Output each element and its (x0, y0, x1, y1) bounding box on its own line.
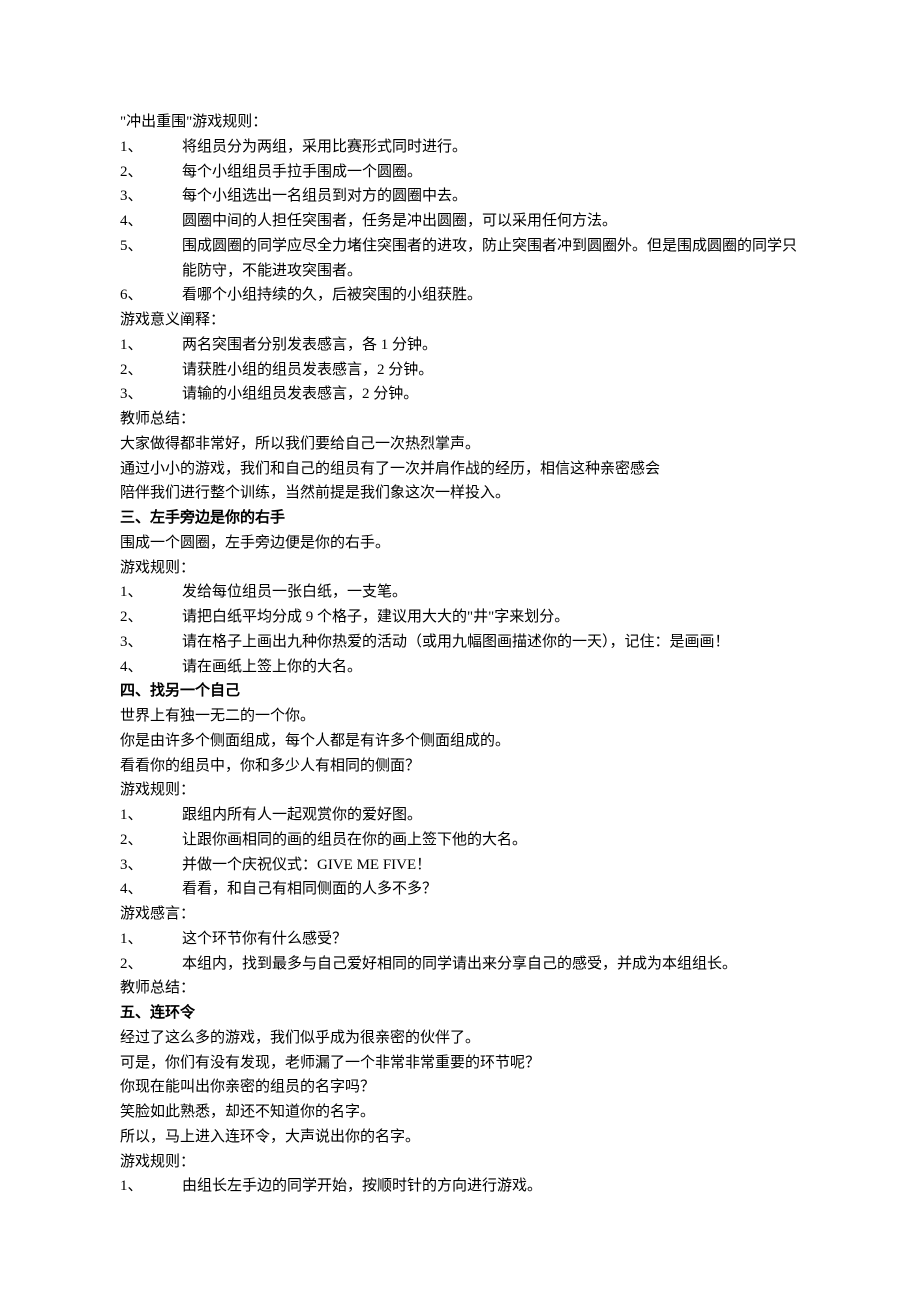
section-title: "冲出重围"游戏规则： (120, 110, 800, 135)
paragraph: 看看你的组员中，你和多少人有相同的侧面？ (120, 754, 800, 779)
section-heading: 三、左手旁边是你的右手 (120, 506, 800, 531)
list-item: 4、请在画纸上签上你的大名。 (120, 655, 800, 680)
section-heading: 五、连环令 (120, 1001, 800, 1026)
section-title: 游戏规则： (120, 1150, 800, 1175)
paragraph: 你是由许多个侧面组成，每个人都是有许多个侧面组成的。 (120, 729, 800, 754)
list-number: 2、 (120, 952, 182, 977)
section-title: 游戏规则： (120, 556, 800, 581)
paragraph: 可是，你们有没有发现，老师漏了一个非常非常重要的环节呢？ (120, 1051, 800, 1076)
list-number: 1、 (120, 135, 182, 160)
list-text: 每个小组组员手拉手围成一个圆圈。 (182, 160, 800, 185)
list-text: 圆圈中间的人担任突围者，任务是冲出圆圈，可以采用任何方法。 (182, 209, 800, 234)
list-number: 4、 (120, 655, 182, 680)
list-item: 3、请在格子上画出九种你热爱的活动（或用九幅图画描述你的一天），记住：是画画！ (120, 630, 800, 655)
section-title: 游戏规则： (120, 778, 800, 803)
list-text: 每个小组选出一名组员到对方的圆圈中去。 (182, 184, 800, 209)
list-number: 1、 (120, 927, 182, 952)
list-item: 4、看看，和自己有相同侧面的人多不多？ (120, 877, 800, 902)
list-number: 2、 (120, 160, 182, 185)
paragraph: 陪伴我们进行整个训练，当然前提是我们象这次一样投入。 (120, 481, 800, 506)
list-number: 2、 (120, 358, 182, 383)
section-title: 游戏意义阐释： (120, 308, 800, 333)
section-title: 游戏感言： (120, 902, 800, 927)
list-text: 两名突围者分别发表感言，各 1 分钟。 (182, 333, 800, 358)
list-item: 2、本组内，找到最多与自己爱好相同的同学请出来分享自己的感受，并成为本组组长。 (120, 952, 800, 977)
list-item: 2、请获胜小组的组员发表感言，2 分钟。 (120, 358, 800, 383)
list-text: 请获胜小组的组员发表感言，2 分钟。 (182, 358, 800, 383)
list-number: 2、 (120, 605, 182, 630)
list-text: 本组内，找到最多与自己爱好相同的同学请出来分享自己的感受，并成为本组组长。 (182, 952, 800, 977)
list-item: 2、让跟你画相同的画的组员在你的画上签下他的大名。 (120, 828, 800, 853)
list-number: 1、 (120, 333, 182, 358)
list-text: 请在画纸上签上你的大名。 (182, 655, 800, 680)
list-text: 将组员分为两组，采用比赛形式同时进行。 (182, 135, 800, 160)
paragraph: 大家做得都非常好，所以我们要给自己一次热烈掌声。 (120, 432, 800, 457)
list-number: 2、 (120, 828, 182, 853)
list-number: 3、 (120, 184, 182, 209)
list-item: 1、两名突围者分别发表感言，各 1 分钟。 (120, 333, 800, 358)
list-item: 6、看哪个小组持续的久，后被突围的小组获胜。 (120, 283, 800, 308)
section-title: 教师总结： (120, 407, 800, 432)
list-number: 5、 (120, 234, 182, 284)
section-title: 教师总结： (120, 976, 800, 1001)
list-item: 1、由组长左手边的同学开始，按顺时针的方向进行游戏。 (120, 1174, 800, 1199)
section-heading: 四、找另一个自己 (120, 679, 800, 704)
list-number: 3、 (120, 853, 182, 878)
list-text: 请输的小组组员发表感言，2 分钟。 (182, 382, 800, 407)
list-text: 看看，和自己有相同侧面的人多不多？ (182, 877, 800, 902)
list-item: 1、跟组内所有人一起观赏你的爱好图。 (120, 803, 800, 828)
list-number: 1、 (120, 1174, 182, 1199)
paragraph: 你现在能叫出你亲密的组员的名字吗？ (120, 1075, 800, 1100)
list-number: 3、 (120, 382, 182, 407)
list-text: 发给每位组员一张白纸，一支笔。 (182, 580, 800, 605)
list-item: 1、发给每位组员一张白纸，一支笔。 (120, 580, 800, 605)
list-item: 1、将组员分为两组，采用比赛形式同时进行。 (120, 135, 800, 160)
list-text: 围成圆圈的同学应尽全力堵住突围者的进攻，防止突围者冲到圆圈外。但是围成圆圈的同学… (182, 234, 800, 284)
paragraph: 经过了这么多的游戏，我们似乎成为很亲密的伙伴了。 (120, 1026, 800, 1051)
list-number: 4、 (120, 877, 182, 902)
list-item: 2、请把白纸平均分成 9 个格子，建议用大大的"井"字来划分。 (120, 605, 800, 630)
paragraph: 围成一个圆圈，左手旁边便是你的右手。 (120, 531, 800, 556)
list-item: 3、每个小组选出一名组员到对方的圆圈中去。 (120, 184, 800, 209)
list-number: 1、 (120, 803, 182, 828)
list-text: 并做一个庆祝仪式：GIVE ME FIVE！ (182, 853, 800, 878)
list-item: 3、请输的小组组员发表感言，2 分钟。 (120, 382, 800, 407)
list-item: 2、每个小组组员手拉手围成一个圆圈。 (120, 160, 800, 185)
paragraph: 笑脸如此熟悉，却还不知道你的名字。 (120, 1100, 800, 1125)
list-text: 让跟你画相同的画的组员在你的画上签下他的大名。 (182, 828, 800, 853)
paragraph: 所以，马上进入连环令，大声说出你的名字。 (120, 1125, 800, 1150)
paragraph: 世界上有独一无二的一个你。 (120, 704, 800, 729)
list-number: 6、 (120, 283, 182, 308)
list-number: 4、 (120, 209, 182, 234)
document-page: "冲出重围"游戏规则： 1、将组员分为两组，采用比赛形式同时进行。 2、每个小组… (0, 0, 920, 1259)
paragraph: 通过小小的游戏，我们和自己的组员有了一次并肩作战的经历，相信这种亲密感会 (120, 457, 800, 482)
list-number: 1、 (120, 580, 182, 605)
list-text: 这个环节你有什么感受？ (182, 927, 800, 952)
list-number: 3、 (120, 630, 182, 655)
list-text: 跟组内所有人一起观赏你的爱好图。 (182, 803, 800, 828)
list-item: 4、圆圈中间的人担任突围者，任务是冲出圆圈，可以采用任何方法。 (120, 209, 800, 234)
list-text: 请在格子上画出九种你热爱的活动（或用九幅图画描述你的一天），记住：是画画！ (182, 630, 800, 655)
list-text: 由组长左手边的同学开始，按顺时针的方向进行游戏。 (182, 1174, 800, 1199)
list-item: 1、这个环节你有什么感受？ (120, 927, 800, 952)
list-item: 5、围成圆圈的同学应尽全力堵住突围者的进攻，防止突围者冲到圆圈外。但是围成圆圈的… (120, 234, 800, 284)
list-item: 3、并做一个庆祝仪式：GIVE ME FIVE！ (120, 853, 800, 878)
list-text: 看哪个小组持续的久，后被突围的小组获胜。 (182, 283, 800, 308)
list-text: 请把白纸平均分成 9 个格子，建议用大大的"井"字来划分。 (182, 605, 800, 630)
